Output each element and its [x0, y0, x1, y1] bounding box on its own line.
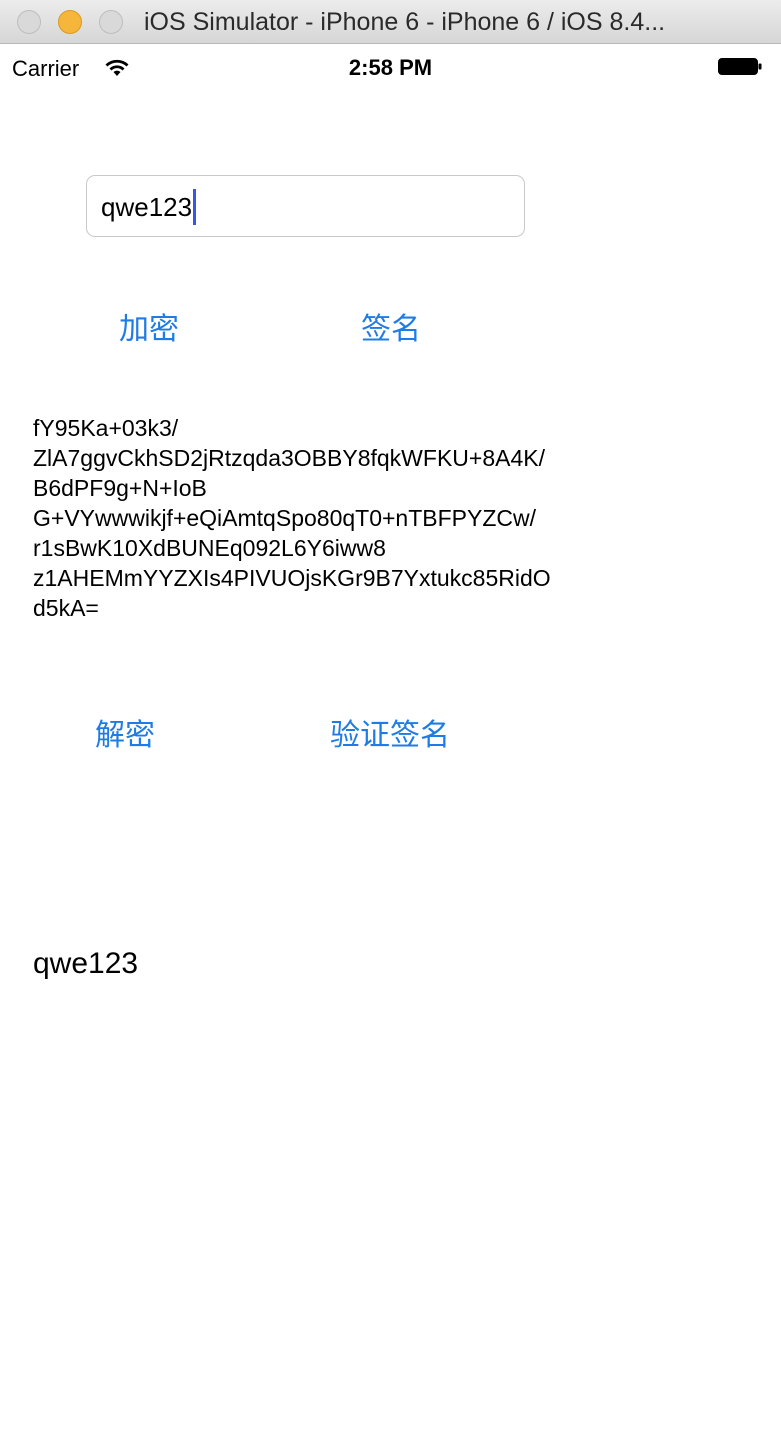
text-caret: [193, 189, 197, 226]
ios-status-bar: Carrier 2:58 PM: [0, 44, 781, 88]
window-title-bar: iOS Simulator - iPhone 6 - iPhone 6 / iO…: [0, 0, 781, 44]
window-title: iOS Simulator - iPhone 6 - iPhone 6 / iO…: [144, 8, 666, 36]
decrypted-result-label: qwe123: [33, 947, 139, 980]
status-clock: 2:58 PM: [348, 55, 433, 80]
zoom-window-button[interactable]: [99, 10, 123, 34]
battery-icon: [718, 58, 762, 75]
close-window-button[interactable]: [17, 10, 41, 34]
encrypt-button[interactable]: 加密: [119, 304, 179, 348]
verify-signature-button[interactable]: 验证签名: [330, 710, 450, 754]
minimize-window-button[interactable]: [58, 10, 82, 34]
plaintext-input[interactable]: qwe123: [86, 175, 525, 237]
plaintext-input-value: qwe123: [101, 189, 197, 226]
decrypt-button[interactable]: 解密: [95, 710, 155, 754]
ciphertext-label: fY95Ka+03k3/ ZlA7ggvCkhSD2jRtzqda3OBBY8f…: [33, 415, 551, 621]
sign-button[interactable]: 签名: [361, 304, 421, 348]
simulator-window: iOS Simulator - iPhone 6 - iPhone 6 / iO…: [0, 0, 781, 1435]
